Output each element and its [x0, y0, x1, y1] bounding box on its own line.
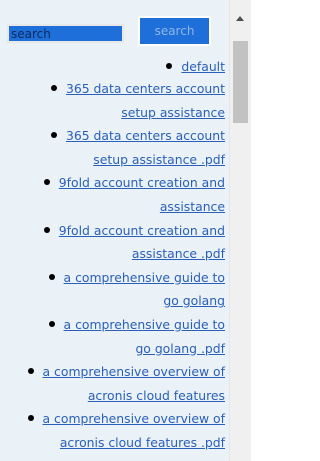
list-item: a comprehensive overview of acronis clou… — [22, 407, 229, 454]
document-link[interactable]: 9fold account creation and assistance — [59, 175, 225, 214]
vertical-scrollbar[interactable] — [229, 0, 251, 461]
list-item: 365 data centers account setup assistanc… — [28, 124, 229, 171]
scrollbar-thumb[interactable] — [233, 41, 248, 123]
bullet-icon — [43, 179, 50, 186]
document-link[interactable]: 365 data centers account setup assistanc… — [66, 81, 225, 120]
document-link[interactable]: a comprehensive overview of acronis clou… — [43, 411, 225, 450]
bullet-icon — [50, 85, 57, 91]
list-item: 9fold account creation and assistance — [22, 171, 229, 218]
bullet-icon — [48, 320, 55, 327]
list-item: a comprehensive guide to go golang .pdf — [37, 313, 229, 360]
content-panel: search default 365 data centers account … — [0, 0, 229, 461]
page-frame: search default 365 data centers account … — [0, 0, 251, 461]
document-link[interactable]: 365 data centers account setup assistanc… — [66, 128, 225, 167]
scroll-up-button[interactable] — [230, 0, 251, 40]
document-link[interactable]: a comprehensive overview of acronis clou… — [43, 364, 225, 403]
list-item: a comprehensive overview of acronis clou… — [22, 360, 229, 407]
document-link[interactable]: a comprehensive guide to go golang — [64, 270, 225, 309]
bullet-icon — [43, 226, 50, 233]
document-link[interactable]: default — [181, 59, 225, 74]
search-input[interactable] — [7, 24, 124, 43]
bullet-icon — [27, 368, 34, 375]
bullet-icon — [166, 63, 173, 69]
triangle-up-icon — [236, 16, 244, 21]
bullet-icon — [48, 273, 55, 280]
document-link[interactable]: 9fold account creation and assistance .p… — [59, 223, 225, 262]
list-item: 365 data centers account setup assistanc… — [28, 77, 229, 124]
bullet-icon — [50, 132, 57, 139]
list-item: 9fold account creation and assistance .p… — [22, 219, 229, 266]
document-link-list: default 365 data centers account setup a… — [0, 56, 229, 455]
list-item: a comprehensive guide to go golang — [37, 266, 229, 313]
bullet-icon — [27, 415, 34, 422]
search-bar: search — [0, 0, 229, 58]
list-item: default — [0, 56, 229, 77]
search-button[interactable]: search — [138, 16, 211, 46]
document-link[interactable]: a comprehensive guide to go golang .pdf — [64, 317, 225, 356]
